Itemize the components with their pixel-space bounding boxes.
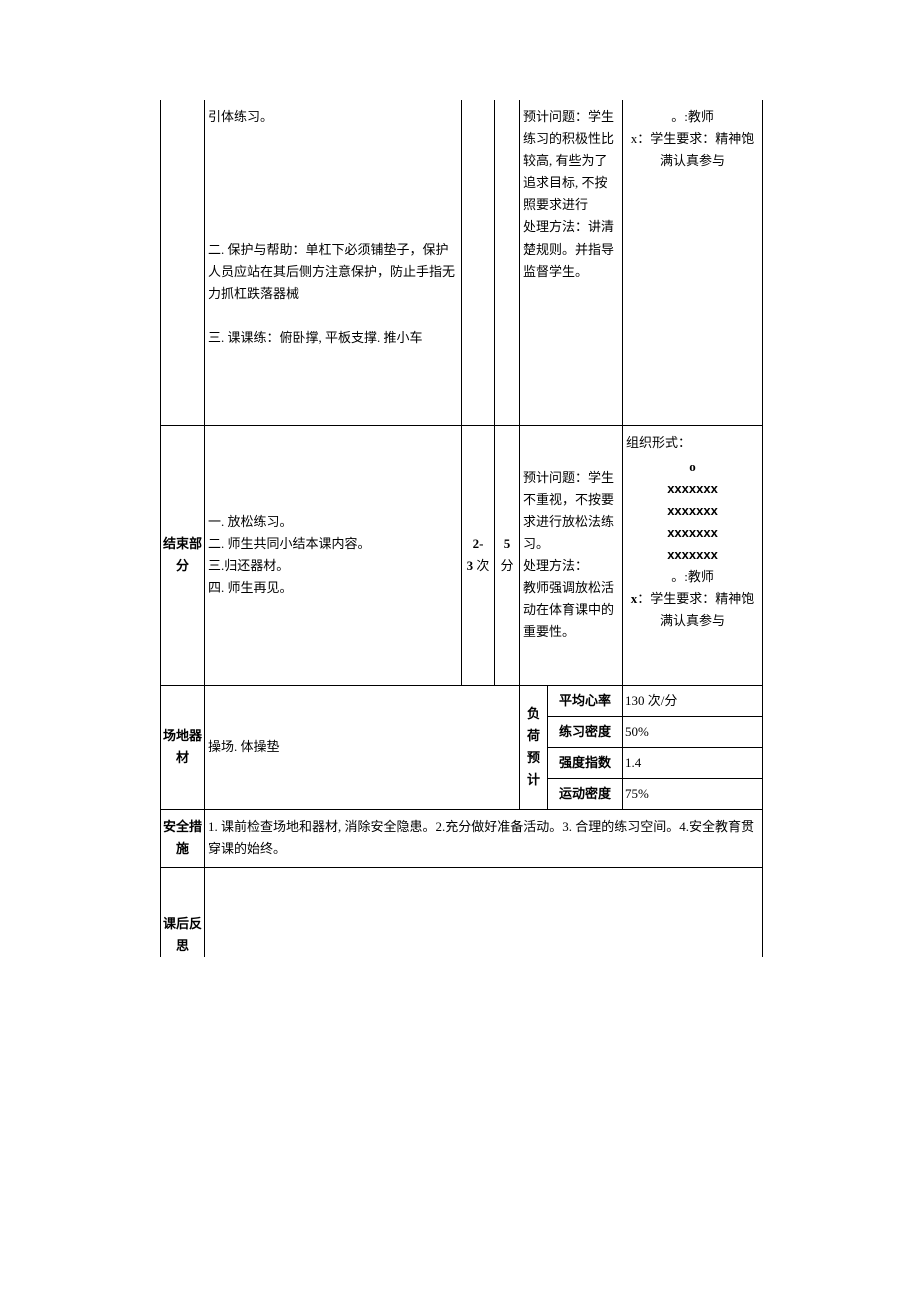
metric-2-label: 强度指数 [548, 747, 623, 778]
lesson-plan-table: 引体练习。 二. 保护与帮助：单杠下必须铺垫子，保护人员应站在其后侧方注意保护，… [160, 100, 763, 957]
safety-content: 1. 课前检查场地和器材, 消除安全隐患。2.充分做好准备活动。3. 合理的练习… [205, 809, 763, 867]
row2-content: 一. 放松练习。 二. 师生共同小结本课内容。 三.归还器材。 四. 师生再见。 [205, 425, 462, 685]
reflect-section-label: 课后反思 [161, 867, 205, 957]
metric-0-label: 平均心率 [548, 685, 623, 716]
row1-time-blank [495, 100, 520, 425]
row1-organization: 。:教师 x：学生要求：精神饱满认真参与 [623, 100, 763, 425]
row2-issues: 预计问题：学生不重视，不按要求进行放松法练习。 处理方法： 教师强调放松活动在体… [520, 425, 623, 685]
row1-issues: 预计问题：学生练习的积极性比较高, 有些为了追求目标, 不按照要求进行 处理方法… [520, 100, 623, 425]
reflect-content [205, 867, 763, 957]
safety-section-label: 安全措施 [161, 809, 205, 867]
metric-2-value: 1.4 [623, 747, 763, 778]
metric-1-label: 练习密度 [548, 716, 623, 747]
metric-3-label: 运动密度 [548, 778, 623, 809]
equipment-section-label: 场地器材 [161, 685, 205, 809]
row2-section-label: 结束部分 [161, 425, 205, 685]
row1-section-blank [161, 100, 205, 425]
metric-1-value: 50% [623, 716, 763, 747]
row2-organization: 组织形式： o xxxxxxx xxxxxxx xxxxxxx xxxxxxx … [623, 425, 763, 685]
load-label: 负荷预计 [520, 685, 548, 809]
metric-0-value: 130 次/分 [623, 685, 763, 716]
metric-3-value: 75% [623, 778, 763, 809]
row2-reps: 2-3 次 [462, 425, 495, 685]
equipment-content: 操场. 体操垫 [205, 685, 520, 809]
row2-time: 5 分 [495, 425, 520, 685]
row1-reps-blank [462, 100, 495, 425]
row1-content: 引体练习。 二. 保护与帮助：单杠下必须铺垫子，保护人员应站在其后侧方注意保护，… [205, 100, 462, 425]
